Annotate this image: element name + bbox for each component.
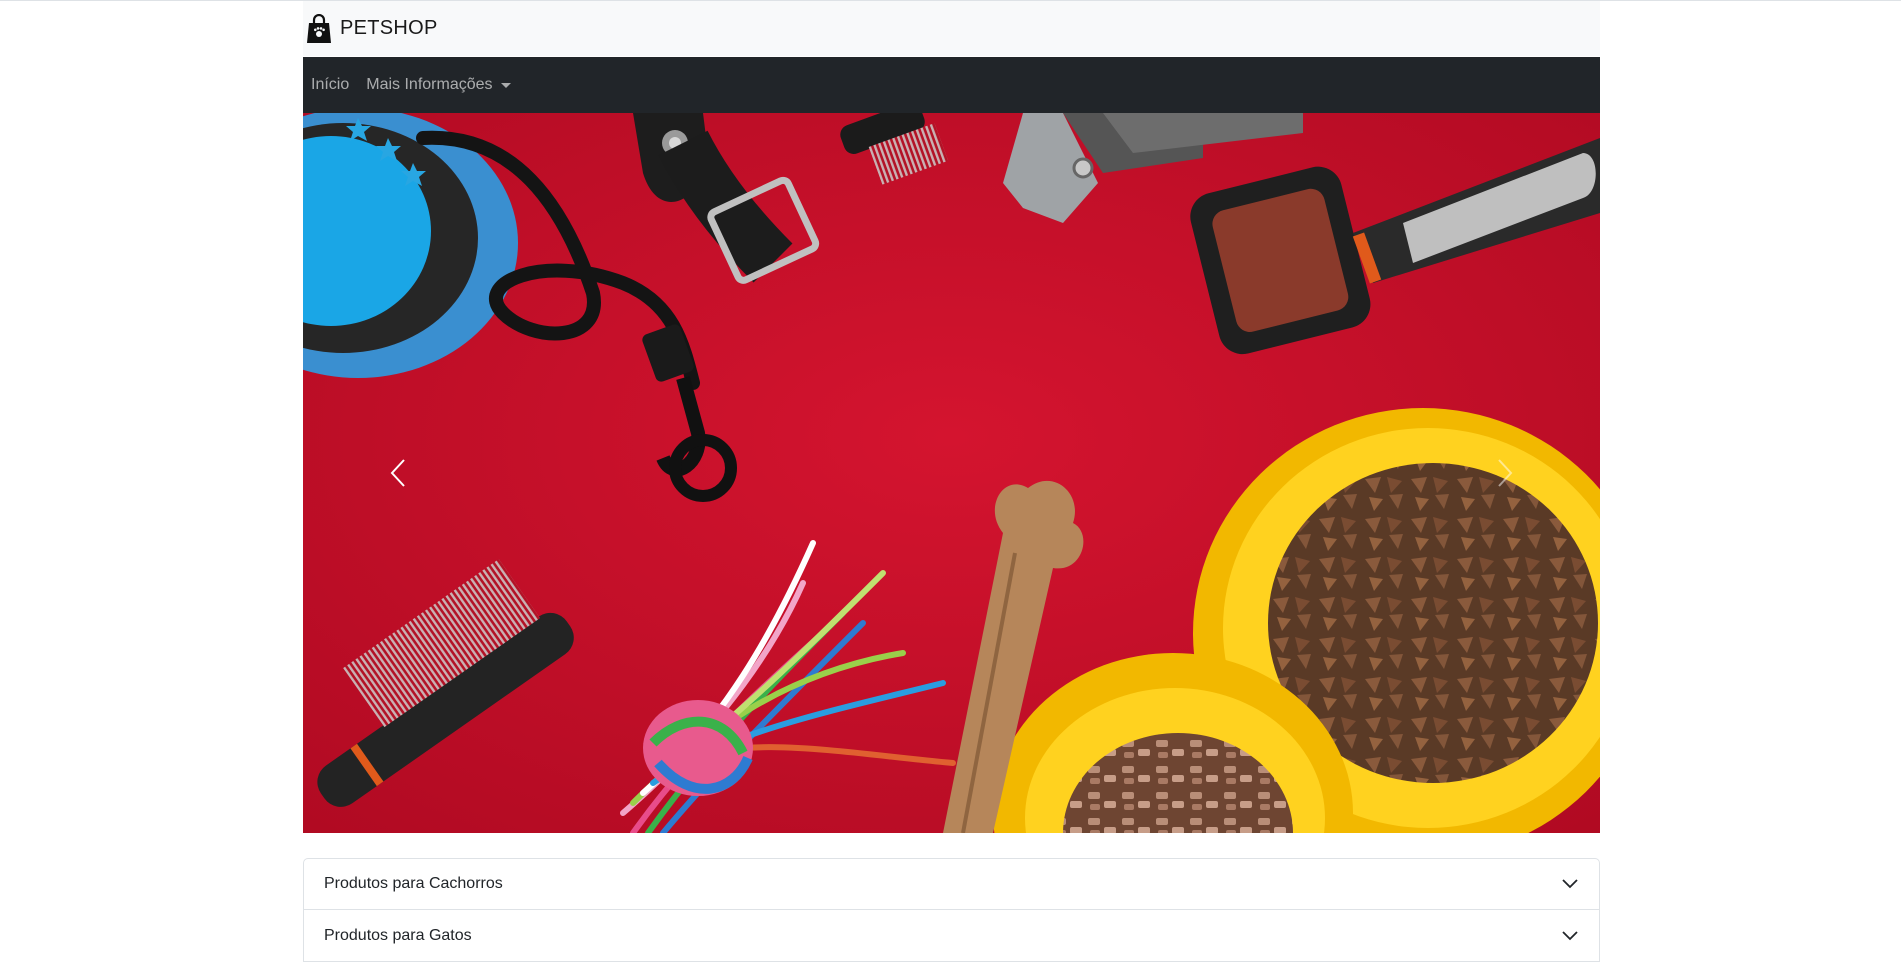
nav-dropdown-label: Mais Informações	[366, 76, 493, 93]
carousel-image	[303, 113, 1600, 833]
products-accordion: Produtos para Cachorros Produtos para Ga…	[303, 858, 1600, 962]
shopping-bag-paw-icon[interactable]	[306, 13, 332, 44]
accordion-item-cachorros[interactable]: Produtos para Cachorros	[303, 858, 1600, 910]
main-navbar: Início Mais Informações	[303, 57, 1600, 113]
brand-name[interactable]: PETSHOP	[340, 17, 438, 40]
accordion-item-gatos[interactable]: Produtos para Gatos	[303, 910, 1600, 962]
accordion-label: Produtos para Gatos	[324, 926, 472, 944]
carousel-next-button[interactable]	[1410, 113, 1600, 833]
page-container: PETSHOP Início Mais Informações Produtos…	[303, 1, 1600, 962]
carousel-prev-button[interactable]	[303, 113, 493, 833]
brand-bar: PETSHOP	[303, 1, 1600, 56]
chevron-down-icon	[1562, 879, 1578, 889]
chevron-right-icon	[1498, 459, 1513, 487]
chevron-left-icon	[390, 459, 405, 487]
accordion-label: Produtos para Cachorros	[324, 875, 503, 892]
chevron-down-icon	[1562, 930, 1578, 940]
caret-down-icon	[500, 82, 511, 88]
nav-link-inicio[interactable]: Início	[311, 76, 349, 94]
hero-carousel	[303, 113, 1600, 833]
nav-dropdown-mais-informacoes[interactable]: Mais Informações	[366, 76, 511, 94]
